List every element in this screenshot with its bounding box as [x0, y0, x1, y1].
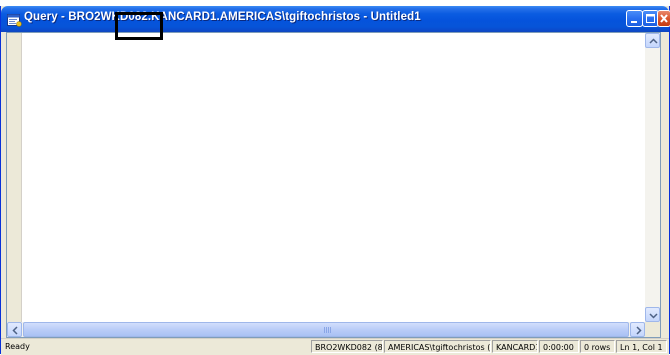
status-database-panel: KANCARD1 — [492, 340, 538, 353]
editor-gutter — [7, 33, 22, 322]
highlight-box-kancard1 — [115, 12, 163, 40]
query-editor-pane — [6, 32, 661, 338]
status-position-panel: Ln 1, Col 1 — [616, 340, 667, 353]
status-rows-panel: 0 rows — [580, 340, 615, 353]
scroll-up-arrow-icon — [649, 38, 658, 44]
scroll-left-arrow-icon — [12, 326, 18, 335]
status-server-panel: BRO2WKD082 (8.0) — [311, 340, 383, 353]
maximize-icon — [646, 14, 655, 23]
title-bar[interactable]: Query - BRO2WKD082.KANCARD1.AMERICAS\tgi… — [1, 6, 670, 32]
query-app-icon[interactable] — [7, 12, 22, 27]
query-text-area[interactable] — [22, 33, 644, 322]
scroll-right-arrow-icon — [636, 326, 642, 335]
scroll-right-button[interactable] — [630, 322, 645, 337]
window-title: Query - BRO2WKD082.KANCARD1.AMERICAS\tgi… — [24, 11, 421, 23]
scroll-down-arrow-icon — [649, 313, 658, 319]
close-button[interactable] — [657, 10, 670, 27]
horizontal-scroll-thumb[interactable] — [23, 322, 629, 337]
status-elapsed-panel: 0:00:00 — [539, 340, 579, 353]
minimize-button[interactable] — [626, 10, 643, 27]
scroll-thumb-grip — [324, 327, 332, 333]
vertical-scrollbar[interactable] — [645, 33, 660, 322]
status-ready-text: Ready — [5, 342, 30, 351]
status-user-panel: AMERICAS\tgiftochristos (60) — [384, 340, 491, 353]
status-bar: Ready BRO2WKD082 (8.0) AMERICAS\tgiftoch… — [1, 338, 669, 355]
query-window: Query - BRO2WKD082.KANCARD1.AMERICAS\tgi… — [0, 6, 670, 355]
scroll-up-button[interactable] — [645, 33, 660, 48]
minimize-icon — [631, 21, 637, 23]
close-icon — [660, 14, 668, 23]
scroll-down-button[interactable] — [645, 307, 660, 322]
horizontal-scrollbar[interactable] — [7, 322, 645, 337]
scrollbar-corner — [645, 322, 660, 337]
scroll-left-button[interactable] — [7, 322, 22, 337]
